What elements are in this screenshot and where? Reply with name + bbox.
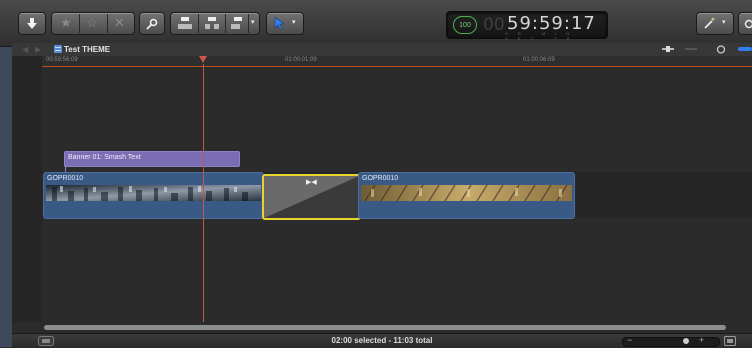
title-clip-label: Banner 01: Smash Text [68, 154, 141, 161]
playhead-handle[interactable] [199, 56, 207, 63]
timeline-header: ◀ ▶ Test THEME [12, 43, 752, 57]
ruler-label: 01:00:01:09 [285, 56, 317, 64]
zoom-out-icon[interactable]: − [627, 335, 632, 345]
select-tool-button[interactable]: ▾ [266, 12, 304, 35]
status-bar: 02:00 selected - 11:03 total − + [12, 333, 752, 348]
edit-menu-chevron-down-icon[interactable]: ▾ [251, 18, 255, 26]
clip-label: GOPR0010 [362, 175, 398, 182]
star-outline-icon[interactable]: ☆ [86, 15, 98, 31]
connect-clip-icon[interactable] [178, 16, 192, 30]
append-clip-icon[interactable] [231, 16, 245, 30]
timecode-display[interactable]: 100 00 59:59:17 HR MIN SEC FR [446, 11, 608, 39]
snapping-icon[interactable] [716, 45, 726, 54]
download-arrow-icon [26, 17, 38, 30]
edit-button-group: ▾ [170, 12, 260, 35]
transform-button[interactable] [738, 12, 752, 35]
playhead[interactable] [203, 64, 204, 322]
search-icon [744, 19, 752, 29]
clip-appearance-icon[interactable] [662, 45, 674, 53]
filmstrip-thumbnails [361, 185, 572, 201]
filmstrip-thumbnails [46, 185, 261, 201]
zoom-slider-thumb[interactable] [683, 338, 689, 344]
audio-skimming-icon[interactable] [685, 45, 697, 53]
project-name: Test THEME [64, 43, 110, 56]
clip-label: GOPR0010 [47, 175, 83, 182]
zoom-in-icon[interactable]: + [699, 335, 704, 345]
skimming-icon[interactable] [738, 45, 752, 53]
enhance-button[interactable]: ▾ [696, 12, 734, 35]
chevron-down-icon: ▾ [292, 18, 296, 26]
cross-dissolve-transition[interactable]: ▶◀ [262, 174, 361, 220]
rating-button-group: ★ ☆ ✕ [51, 12, 135, 35]
arrow-cursor-icon [274, 16, 285, 30]
timecode-hours: 00 [483, 15, 505, 35]
horizontal-scrollbar[interactable] [44, 325, 726, 330]
timecode-units: HR MIN SEC FR [505, 31, 607, 41]
magic-wand-icon [703, 16, 717, 30]
project-icon [54, 45, 62, 53]
bowtie-icon: ▶◀ [306, 178, 317, 186]
ruler-label: 01:00:06:09 [523, 56, 555, 64]
window-edge [0, 46, 12, 347]
title-clip[interactable]: Banner 01: Smash Text [64, 151, 240, 167]
toolbar: ★ ☆ ✕ ▾ ▾ 100 00 59:59:17 HR MIN SEC FR … [0, 0, 752, 47]
star-icon[interactable]: ★ [60, 15, 72, 31]
chevron-down-icon: ▾ [722, 18, 726, 26]
back-arrow-icon[interactable]: ◀ [22, 45, 28, 54]
timecode-badge: 100 [453, 16, 477, 34]
ruler-label: 00:59:56:09 [46, 56, 78, 64]
x-icon[interactable]: ✕ [114, 15, 125, 31]
keyword-button[interactable] [139, 12, 165, 35]
video-clip[interactable]: GOPR0010 [358, 172, 575, 219]
key-icon [146, 18, 158, 30]
clip-appearance-button-icon[interactable] [724, 336, 736, 346]
timeline-sidebar [12, 56, 43, 322]
forward-arrow-icon[interactable]: ▶ [35, 45, 41, 54]
import-button[interactable] [18, 12, 46, 35]
timeline-ruler[interactable]: 00:59:56:09 01:00:01:09 01:00:06:09 [42, 56, 752, 67]
zoom-slider[interactable]: − + [622, 337, 720, 347]
video-clip[interactable]: GOPR0010 [43, 172, 264, 219]
insert-clip-icon[interactable] [205, 16, 219, 30]
